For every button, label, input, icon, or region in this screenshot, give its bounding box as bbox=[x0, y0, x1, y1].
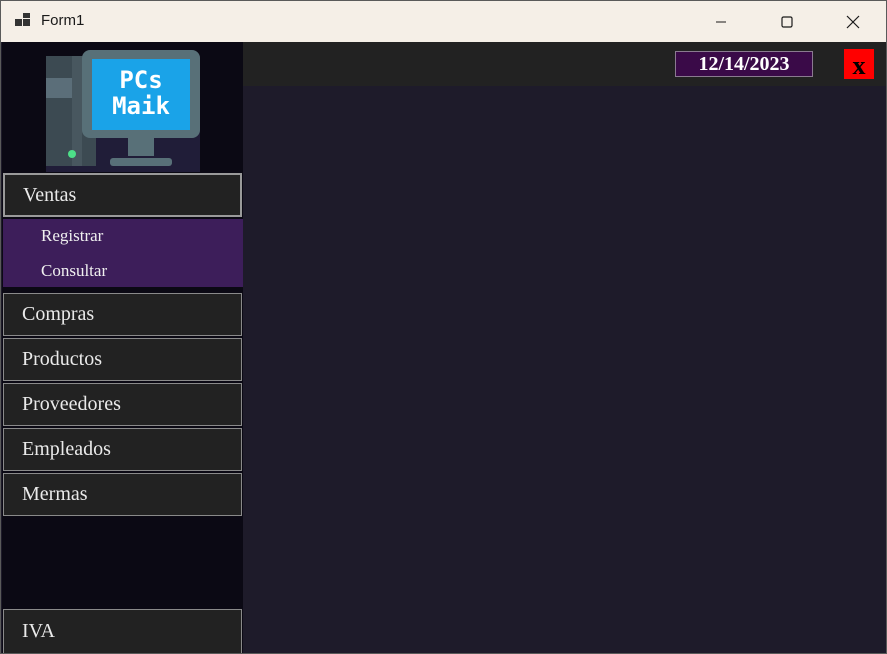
mermas-button[interactable]: Mermas bbox=[3, 473, 242, 516]
ventas-label: Ventas bbox=[23, 183, 77, 206]
computer-icon: PCs Maik bbox=[46, 50, 200, 172]
empleados-label: Empleados bbox=[22, 438, 111, 460]
proveedores-button[interactable]: Proveedores bbox=[3, 383, 242, 426]
window-close-button[interactable] bbox=[830, 1, 876, 42]
empleados-button[interactable]: Empleados bbox=[3, 428, 242, 471]
compras-button[interactable]: Compras bbox=[3, 293, 242, 336]
iva-button[interactable]: IVA bbox=[3, 609, 242, 653]
logo-text-line2: Maik bbox=[112, 92, 170, 120]
window-title: Form1 bbox=[41, 12, 85, 29]
maximize-icon bbox=[781, 15, 793, 28]
ventas-button[interactable]: Ventas bbox=[3, 173, 242, 217]
maximize-button[interactable] bbox=[764, 1, 810, 42]
sidebar: PCs Maik Ventas Registrar Consultar Comp… bbox=[2, 42, 243, 653]
iva-label: IVA bbox=[22, 620, 55, 642]
ventas-submenu: Registrar Consultar bbox=[3, 219, 243, 287]
compras-label: Compras bbox=[22, 303, 95, 325]
mermas-label: Mermas bbox=[22, 483, 88, 505]
content-panel bbox=[243, 86, 886, 653]
consultar-button[interactable]: Consultar bbox=[41, 261, 107, 281]
minimize-icon bbox=[716, 21, 726, 22]
top-bar: 12/14/2023 x bbox=[243, 42, 886, 86]
main-window: Form1 PCs Maik Ventas Registrar Consulta… bbox=[0, 0, 887, 654]
minimize-button[interactable] bbox=[698, 1, 744, 42]
date-label: 12/14/2023 bbox=[675, 51, 813, 77]
proveedores-label: Proveedores bbox=[22, 393, 121, 415]
title-bar[interactable]: Form1 bbox=[1, 1, 886, 42]
close-icon bbox=[846, 15, 860, 28]
app-icon bbox=[15, 13, 33, 29]
productos-label: Productos bbox=[22, 348, 102, 370]
productos-button[interactable]: Productos bbox=[3, 338, 242, 381]
close-app-button[interactable]: x bbox=[844, 49, 874, 79]
logo: PCs Maik bbox=[2, 42, 243, 172]
logo-text-line1: PCs bbox=[119, 66, 162, 94]
registrar-button[interactable]: Registrar bbox=[41, 226, 103, 246]
